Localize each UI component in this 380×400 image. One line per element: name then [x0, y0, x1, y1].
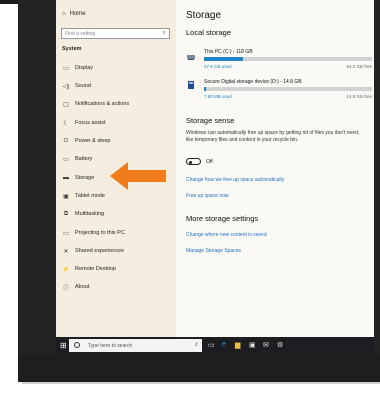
search-icon: ⌕ [162, 30, 166, 36]
manage-storage-spaces-link[interactable]: Manage Storage Spaces [186, 248, 241, 254]
home-link[interactable]: ⌂ Home [62, 11, 86, 17]
sidebar-item-label: Storage [75, 175, 95, 181]
sidebar-item-multitasking[interactable]: ⧉ Multitasking [56, 208, 176, 220]
settings-gear-icon[interactable]: ⚙ [277, 341, 283, 349]
device-left-bezel [18, 0, 56, 382]
sidebar-item-label: Display [75, 65, 94, 71]
sidebar-item-projecting[interactable]: ▭ Projecting to this PC [56, 227, 176, 239]
home-icon: ⌂ [62, 11, 66, 17]
drive-name: This PC (C:) - 118 GB [204, 49, 253, 55]
sidebar-item-shared-experiences[interactable]: ✕ Shared experiences [56, 245, 176, 257]
info-icon: ⓘ [62, 285, 69, 292]
sidebar-item-label: About [75, 284, 90, 290]
section-heading-system: System [62, 46, 82, 52]
storage-sense-heading: Storage sense [186, 116, 235, 125]
remote-icon: ⚡ [62, 266, 70, 273]
sidebar-item-focus-assist[interactable]: ☾ Focus assist [56, 117, 176, 129]
find-setting-input[interactable]: Find a setting ⌕ [61, 28, 170, 39]
hard-drive-icon [187, 55, 195, 60]
sidebar-item-power-sleep[interactable]: ⏻ Power & sleep [56, 135, 176, 147]
drive-used: 27.6 GB used [204, 64, 232, 69]
taskbar-search-placeholder: Type here to search [88, 342, 133, 349]
file-explorer-icon[interactable]: ▆ [235, 341, 240, 349]
cortana-icon [74, 342, 80, 348]
device-chin-edge [22, 382, 380, 384]
drive-usage-bar [204, 87, 372, 91]
device-right-bezel [374, 0, 380, 382]
sidebar-item-label: Remote Desktop [75, 266, 116, 272]
drive-name: Secure Digital storage device (D:) - 14.… [204, 79, 302, 85]
storage-sense-toggle[interactable] [186, 158, 201, 165]
free-up-space-link[interactable]: Free up space now [186, 193, 229, 199]
storage-content: Storage Local storage This PC (C:) - 118… [176, 0, 374, 337]
toggle-knob [189, 160, 192, 164]
sidebar-item-remote-desktop[interactable]: ⚡ Remote Desktop [56, 263, 176, 275]
start-button[interactable]: ⊞ [60, 341, 67, 350]
sidebar-item-label: Tablet mode [75, 193, 105, 199]
mail-icon[interactable]: ✉ [263, 341, 269, 349]
sidebar-item-about[interactable]: ⓘ About [56, 281, 176, 293]
home-label: Home [69, 11, 86, 17]
sidebar-item-label: Notifications & actions [75, 101, 130, 107]
change-free-space-link[interactable]: Change how we free up space automaticall… [186, 177, 284, 183]
sidebar-item-notifications[interactable]: ▢ Notifications & actions [56, 98, 176, 110]
highlight-arrow-icon [110, 162, 166, 190]
toggle-state-label: Off [206, 159, 213, 165]
storage-icon: ▬ [63, 175, 69, 181]
multitask-icon: ⧉ [63, 210, 69, 217]
taskbar-search-box[interactable]: Type here to search ♪ [69, 339, 202, 352]
drive-free: 91.2 GB free [346, 64, 372, 69]
drive-usage-bar [204, 57, 372, 61]
notification-icon: ▢ [63, 101, 69, 108]
device-bottom-bezel [18, 354, 380, 382]
taskbar: ⊞ Type here to search ♪ ▭ e ▆ ▣ ✉ ⚙ [56, 337, 374, 354]
microphone-icon[interactable]: ♪ [195, 341, 199, 348]
more-storage-heading: More storage settings [186, 214, 259, 223]
battery-icon: ▭ [63, 156, 69, 163]
sidebar-item-label: Battery [75, 156, 93, 162]
sidebar-item-sound[interactable]: ◁) Sound [56, 80, 176, 92]
edge-browser-icon[interactable]: e [222, 341, 226, 348]
page-title: Storage [186, 10, 222, 21]
local-storage-heading: Local storage [186, 28, 232, 37]
change-save-location-link[interactable]: Change where new content is saved [186, 232, 267, 238]
moon-icon: ☾ [63, 120, 69, 127]
sidebar-item-display[interactable]: ▭ Display [56, 62, 176, 74]
drive-free: 14.8 GB free [346, 94, 372, 99]
find-setting-placeholder: Find a setting [65, 31, 96, 37]
settings-sidebar: ⌂ Home Find a setting ⌕ System ▭ Display… [56, 0, 176, 337]
shared-icon: ✕ [63, 248, 69, 255]
drive-used: 7.80 MB used [204, 94, 232, 99]
sidebar-item-label: Projecting to this PC [75, 230, 125, 236]
sidebar-item-label: Sound [75, 83, 91, 89]
task-view-icon[interactable]: ▭ [208, 341, 215, 349]
project-icon: ▭ [63, 230, 69, 237]
sidebar-item-label: Focus assist [75, 120, 106, 126]
speaker-icon: ◁) [62, 83, 70, 90]
tablet-icon: ▣ [63, 193, 69, 200]
storage-sense-description: Windows can automatically free up space … [186, 130, 360, 143]
power-icon: ⏻ [63, 137, 69, 144]
sidebar-item-label: Power & sleep [75, 138, 111, 144]
display-icon: ▭ [63, 65, 69, 72]
drive-usage-fill [204, 87, 207, 91]
screen: ⌂ Home Find a setting ⌕ System ▭ Display… [56, 0, 374, 354]
drive-usage-fill [204, 57, 243, 61]
sd-card-icon [188, 81, 194, 89]
sidebar-item-label: Multitasking [75, 211, 105, 217]
sidebar-item-label: Shared experiences [75, 248, 124, 254]
store-icon[interactable]: ▣ [249, 341, 256, 349]
sidebar-item-tablet-mode[interactable]: ▣ Tablet mode [56, 190, 176, 202]
